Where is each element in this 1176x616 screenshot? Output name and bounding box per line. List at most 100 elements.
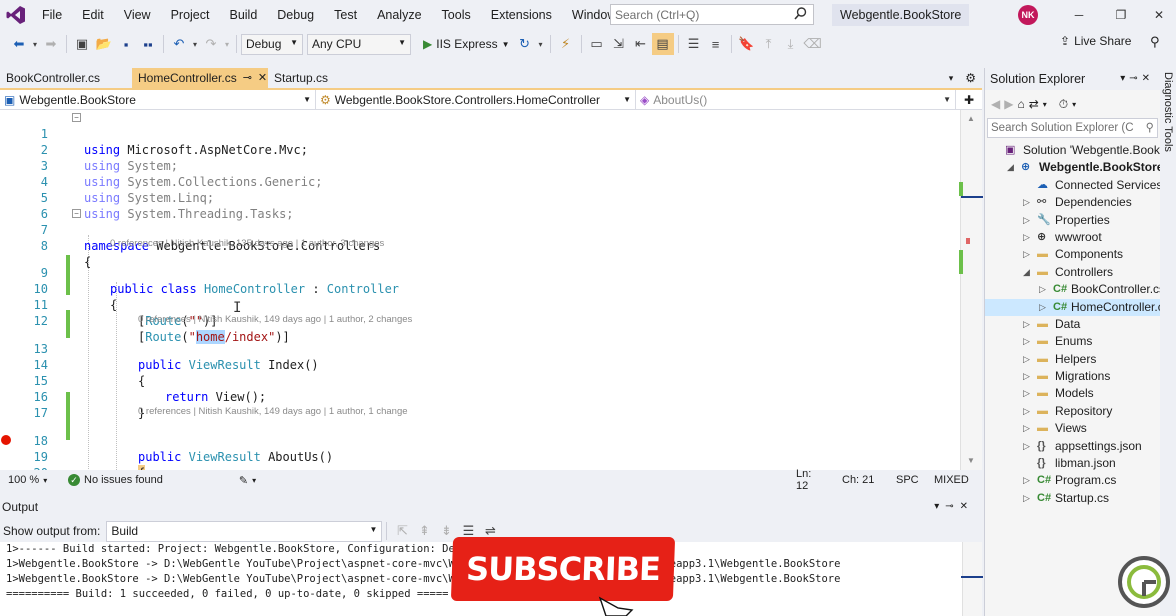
tree-item[interactable]: ◢ ⊕ Webgentle.BookStore (985, 159, 1163, 176)
split-icon[interactable]: ✚ (956, 90, 982, 109)
expand-arrow-icon[interactable]: ▷ (1023, 490, 1030, 507)
tree-item[interactable]: ▷ C# BookController.cs (985, 281, 1165, 298)
tree-item[interactable]: ▷ ▬ Models (985, 385, 1161, 402)
solution-configuration-select[interactable]: Debug ▼ (241, 33, 303, 55)
save-icon[interactable]: ▪ (115, 33, 137, 55)
tab-overflow-icon[interactable]: ▾ (943, 68, 960, 88)
menu-analyze[interactable]: Analyze (367, 0, 431, 30)
screen-icon[interactable]: ▭ (586, 33, 608, 55)
issues-indicator[interactable]: ✓ No issues found (60, 474, 171, 486)
tree-item[interactable]: ▷ C# Program.cs (985, 472, 1161, 489)
tree-item[interactable]: ☁ Connected Services (985, 177, 1162, 194)
tab-startup[interactable]: Startup.cs (268, 68, 368, 88)
expand-arrow-icon[interactable]: ▷ (1023, 438, 1030, 455)
tree-item[interactable]: ▷ 🔧 Properties (985, 212, 1161, 229)
goto-error-icon[interactable]: ⇱ (391, 520, 413, 542)
line-endings-indicator[interactable]: MIXED (926, 474, 982, 486)
highlight-toggle-icon[interactable]: ▤ (651, 33, 674, 55)
cleanup-dropdown[interactable]: ✎ ▾ (231, 474, 264, 487)
menu-build[interactable]: Build (219, 0, 267, 30)
panel-controls[interactable]: ▾⊸✕ (934, 498, 974, 516)
tree-item[interactable]: ▷ ▬ Data (985, 316, 1161, 333)
user-avatar[interactable]: NK (1018, 5, 1038, 25)
chevron-down-icon[interactable]: ▾ (222, 33, 232, 55)
diagnostic-tools-tab[interactable]: Diagnostic Tools (1160, 68, 1176, 616)
tree-item[interactable]: ▷ ▬ Components (985, 246, 1161, 263)
tree-item[interactable]: ▷ C# HomeController.c (985, 298, 1164, 316)
tree-item[interactable]: ▷ C# Startup.cs (985, 490, 1161, 507)
clear-bookmarks-icon[interactable]: ⌫ (802, 33, 824, 55)
member-dropdown[interactable]: ◈ AboutUs() ▼ (636, 90, 956, 110)
close-window-button[interactable]: ✕ (1136, 0, 1176, 30)
settings-gear-icon[interactable]: ⚙ (959, 68, 982, 88)
browser-link-icon[interactable]: ⚡ (555, 33, 577, 55)
expand-arrow-icon[interactable]: ▷ (1023, 316, 1030, 333)
outdent-icon[interactable]: ≡ (705, 33, 727, 55)
expand-arrow-icon[interactable]: ▷ (1023, 385, 1030, 402)
pin-icon[interactable]: ⊸ (243, 68, 252, 88)
tree-item[interactable]: ▷ ⊕ wwwroot (985, 229, 1161, 246)
nav-icon[interactable]: ⇤ (630, 33, 652, 55)
expand-arrow-icon[interactable]: ▷ (1023, 472, 1030, 489)
live-share-button[interactable]: ⇪ Live Share (1060, 34, 1131, 48)
pending-changes-icon[interactable]: ⏱ (1059, 97, 1068, 112)
tree-item[interactable]: ▷ ▬ Migrations (985, 368, 1161, 385)
bookmark-icon[interactable]: 🔖 (736, 33, 758, 55)
expand-arrow-icon[interactable]: ▷ (1023, 333, 1030, 350)
chevron-down-icon[interactable]: ▾ (536, 33, 546, 55)
back-icon[interactable]: ◀ (991, 97, 1000, 111)
menu-project[interactable]: Project (161, 0, 220, 30)
expand-arrow-icon[interactable]: ▷ (1023, 246, 1030, 263)
close-tab-icon[interactable]: ✕ (258, 68, 267, 88)
next-bookmark-icon[interactable]: ⤓ (780, 33, 802, 55)
back-icon[interactable]: ⬅ (8, 33, 30, 55)
expand-arrow-icon[interactable]: ▷ (1023, 229, 1030, 246)
subscribe-button[interactable]: SUBSCRIBE (450, 537, 676, 601)
prev-message-icon[interactable]: ⇞ (413, 520, 435, 542)
chevron-down-icon[interactable]: ▾ (1072, 100, 1076, 109)
home-icon[interactable]: ⌂ (1017, 97, 1024, 111)
editor-vertical-scrollbar[interactable]: ▲ ▼ (959, 110, 983, 470)
menu-view[interactable]: View (114, 0, 161, 30)
output-source-select[interactable]: Build ▼ (106, 520, 383, 542)
scroll-down-icon[interactable]: ▼ (967, 456, 975, 465)
zoom-dropdown[interactable]: 100 % ▾ (0, 474, 60, 486)
indent-icon[interactable]: ☰ (683, 33, 705, 55)
solution-platform-select[interactable]: Any CPU ▼ (307, 33, 411, 55)
solution-search-input[interactable]: Search Solution Explorer (C ⚲ (987, 118, 1158, 138)
project-dropdown[interactable]: ▣ Webgentle.BookStore ▼ (0, 90, 316, 110)
visual-studio-logo-icon[interactable] (0, 0, 32, 30)
chevron-down-icon[interactable]: ▾ (30, 33, 40, 55)
chevron-down-icon[interactable]: ▾ (1043, 100, 1047, 109)
chevron-down-icon[interactable]: ▾ (190, 33, 200, 55)
tree-item[interactable]: ▷ {} appsettings.json (985, 438, 1161, 455)
tab-homecontroller[interactable]: HomeController.cs ⊸ ✕ (132, 68, 268, 88)
tree-item[interactable]: {} libman.json (985, 455, 1161, 472)
search-input[interactable]: Search (Ctrl+Q) (610, 4, 814, 25)
collapse-arrow-icon[interactable]: ◢ (1007, 159, 1014, 176)
new-project-icon[interactable]: ▣ (71, 33, 93, 55)
menu-edit[interactable]: Edit (72, 0, 114, 30)
expand-arrow-icon[interactable]: ▷ (1023, 194, 1030, 211)
expand-arrow-icon[interactable]: ▷ (1023, 403, 1030, 420)
expand-arrow-icon[interactable]: ▷ (1039, 299, 1046, 316)
tree-item[interactable]: ◢ ▬ Controllers (985, 264, 1161, 281)
collapse-arrow-icon[interactable]: ◢ (1023, 264, 1030, 281)
tab-bookcontroller[interactable]: BookController.cs (0, 68, 132, 88)
menu-tools[interactable]: Tools (432, 0, 481, 30)
open-folder-icon[interactable]: 📂 (93, 33, 115, 55)
tree-item[interactable]: ▷ ⚯ Dependencies (985, 194, 1161, 211)
step-icon[interactable]: ⇲ (608, 33, 630, 55)
code-editor[interactable]: − − 1 using Microsoft.AspNetCore.Mvc; 2 … (0, 110, 960, 470)
tree-item[interactable]: ▷ ▬ Helpers (985, 351, 1161, 368)
scroll-up-icon[interactable]: ▲ (967, 114, 975, 123)
menu-file[interactable]: File (32, 0, 72, 30)
prev-bookmark-icon[interactable]: ⤒ (758, 33, 780, 55)
tree-item[interactable]: ▷ ▬ Views (985, 420, 1161, 437)
forward-icon[interactable]: ▶ (1004, 97, 1013, 111)
refresh-icon[interactable]: ↻ (514, 33, 536, 55)
expand-arrow-icon[interactable]: ▷ (1023, 420, 1030, 437)
expand-arrow-icon[interactable]: ▷ (1023, 368, 1030, 385)
expand-arrow-icon[interactable]: ▷ (1023, 212, 1030, 229)
forward-icon[interactable]: ➡ (40, 33, 62, 55)
